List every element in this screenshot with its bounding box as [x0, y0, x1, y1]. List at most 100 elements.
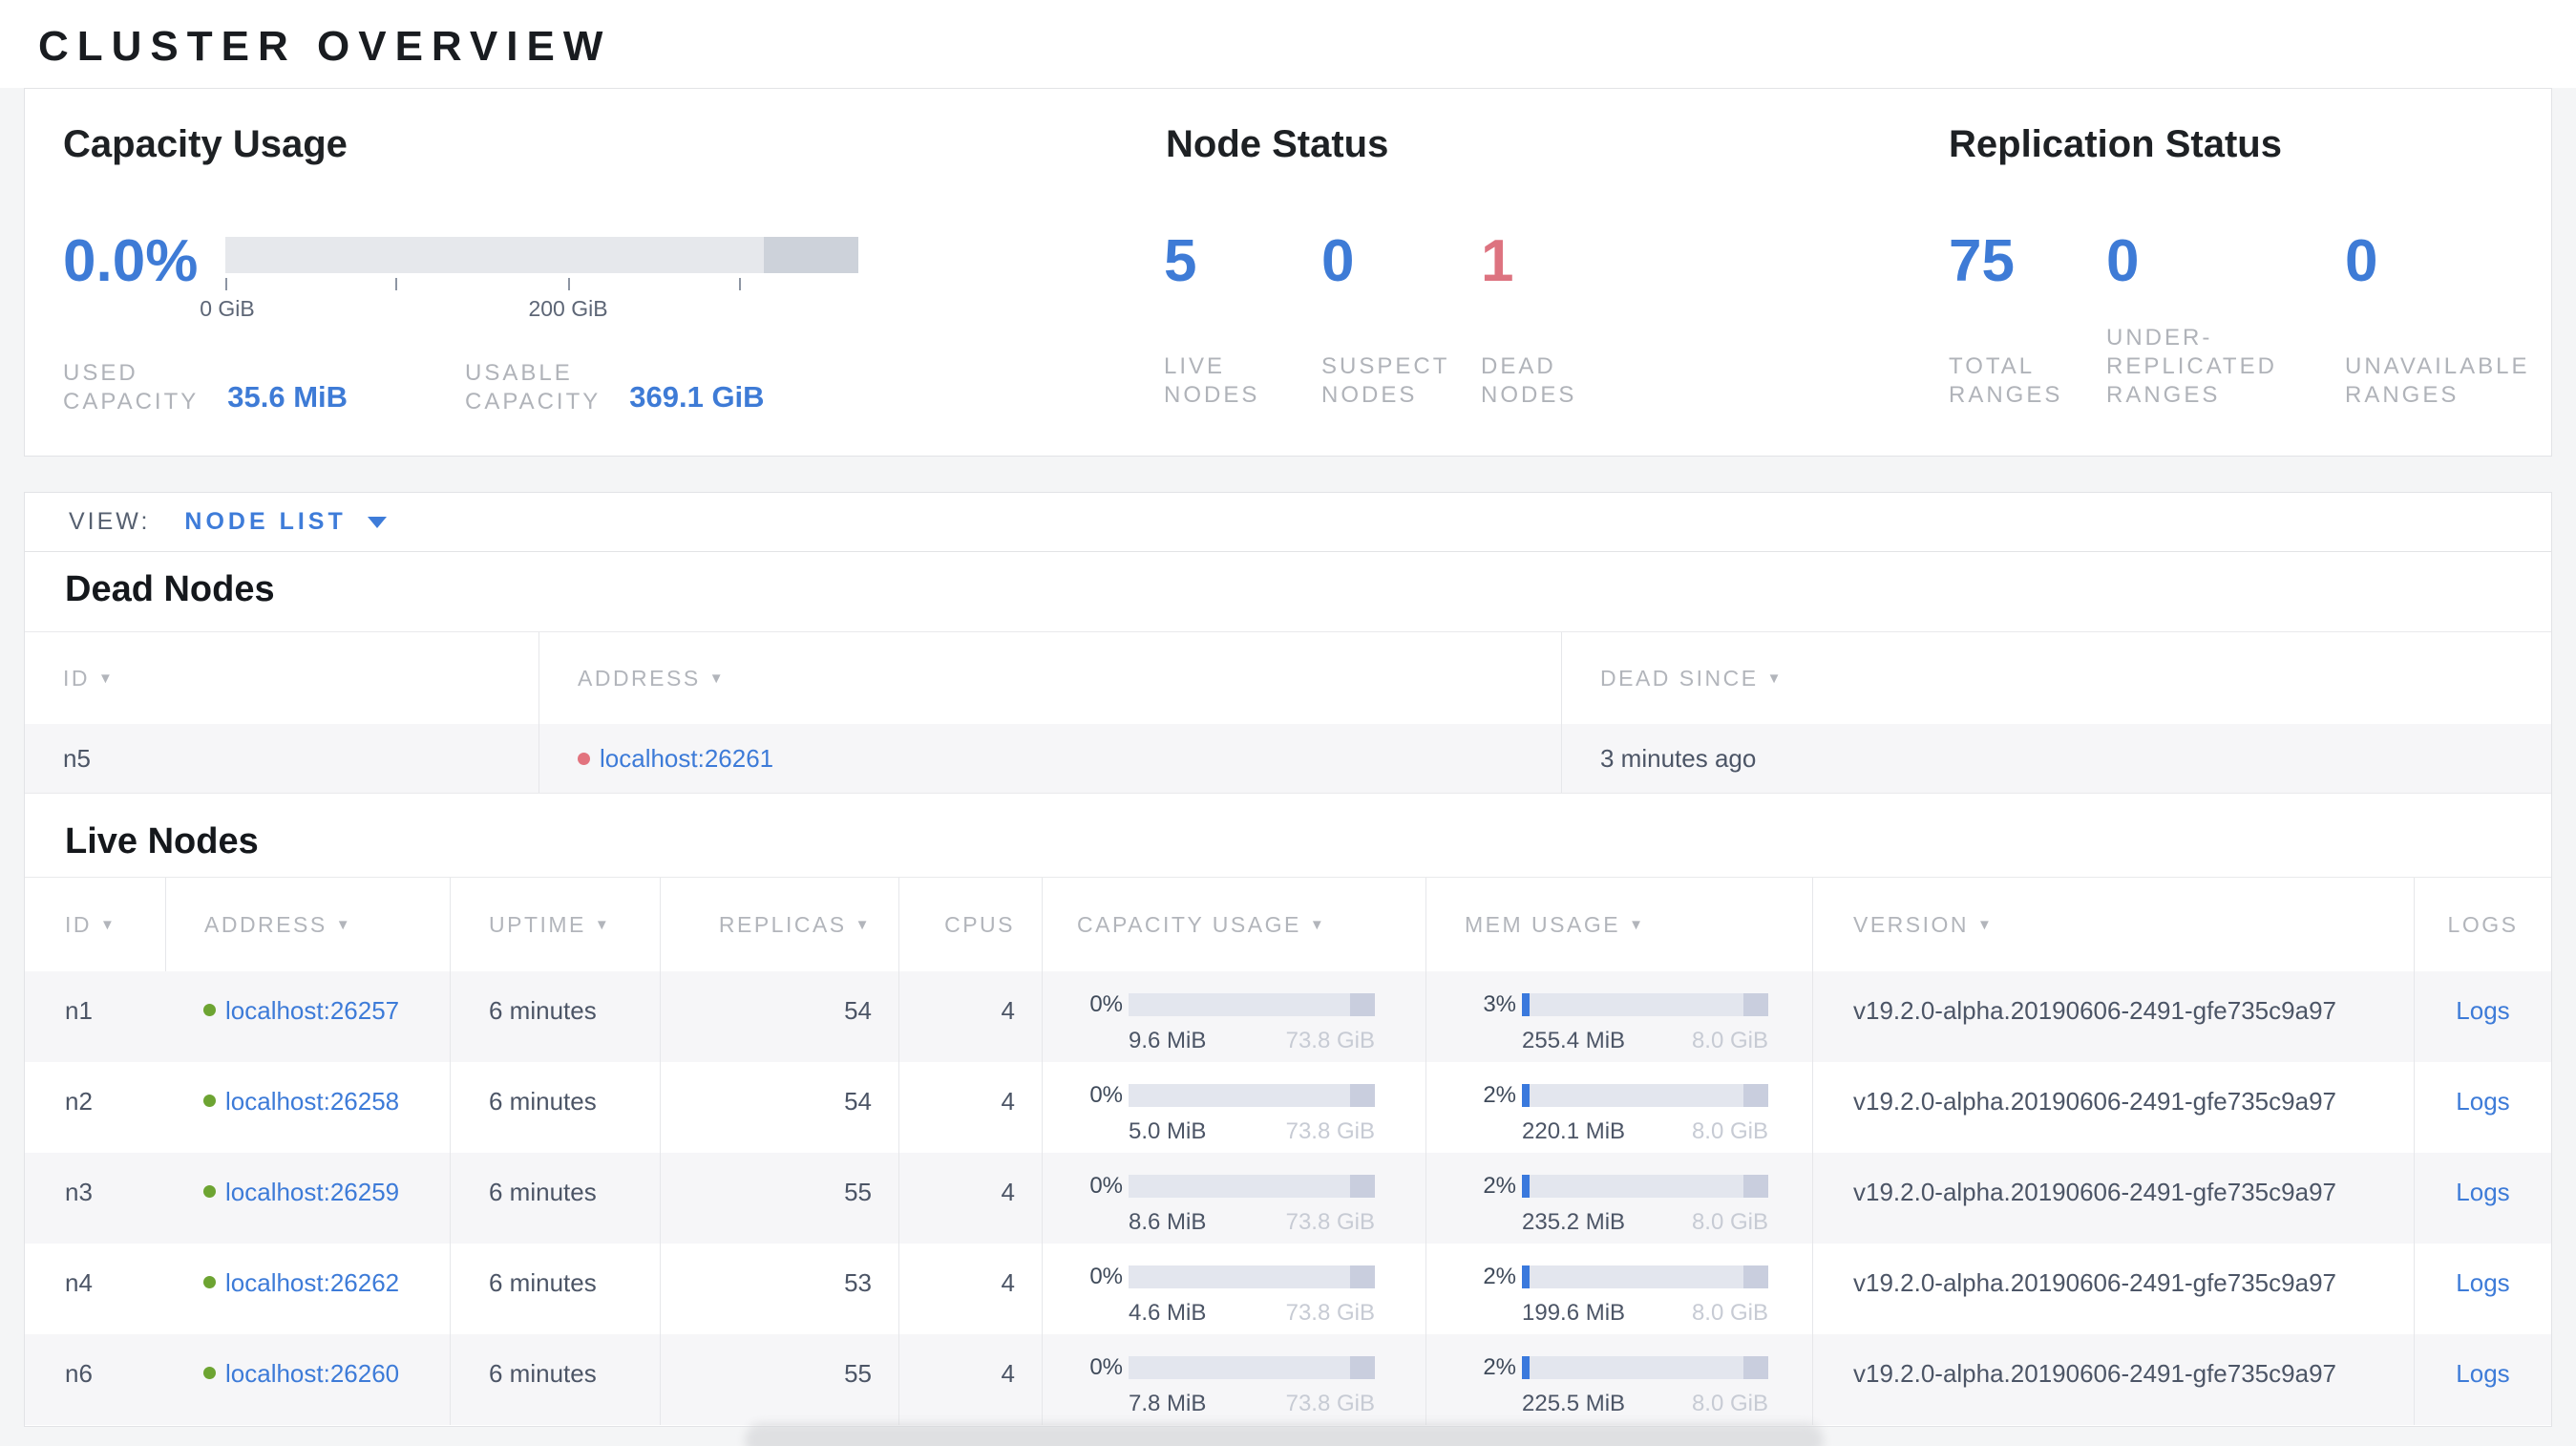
- usable-capacity-label: USABLE CAPACITY: [465, 360, 602, 415]
- node-address-cell: localhost:26262: [165, 1244, 450, 1334]
- table-row: n5 localhost:26261 3 minutes ago: [25, 724, 2551, 794]
- column-header-mem-usage[interactable]: MEM USAGE ▼: [1425, 878, 1812, 971]
- view-label: VIEW:: [69, 508, 151, 535]
- mem-used: 199.6 MiB: [1522, 1300, 1626, 1326]
- node-address-link[interactable]: localhost:26258: [225, 1087, 399, 1116]
- capacity-bar-other-segment: [1350, 1175, 1375, 1198]
- logs-cell: Logs: [2414, 1244, 2551, 1334]
- dead-nodes-count: 1: [1481, 228, 1514, 294]
- column-header-uptime[interactable]: UPTIME ▼: [450, 878, 660, 971]
- mem-bar-other-segment: [1743, 1356, 1768, 1379]
- node-address-link[interactable]: localhost:26262: [225, 1268, 399, 1298]
- node-replicas: 53: [660, 1244, 898, 1334]
- view-dropdown[interactable]: NODE LIST: [184, 508, 346, 536]
- mem-total: 8.0 GiB: [1691, 1028, 1768, 1053]
- capacity-bar-other-segment: [1350, 993, 1375, 1016]
- node-cpus: 4: [898, 1334, 1042, 1425]
- capacity-usage-cell: 0% 4.6 MiB 73.8 GiB: [1042, 1244, 1425, 1334]
- logs-cell: Logs: [2414, 1062, 2551, 1153]
- column-header-id[interactable]: ID ▼: [25, 878, 165, 971]
- capacity-gauge-bar: [225, 237, 858, 273]
- total-ranges-label: TOTAL RANGES: [1949, 353, 2063, 408]
- sort-icon: ▼: [708, 670, 727, 687]
- column-header-capacity-usage[interactable]: CAPACITY USAGE ▼: [1042, 878, 1425, 971]
- stat-total-ranges: 75 TOTAL RANGES: [1949, 228, 2059, 410]
- axis-tick: [568, 278, 570, 290]
- unavailable-ranges-label: UNAVAILABLE RANGES: [2345, 353, 2530, 408]
- column-header-version[interactable]: VERSION ▼: [1812, 878, 2414, 971]
- stat-under-replicated-ranges: 0 UNDER- REPLICATED RANGES: [2106, 232, 2274, 410]
- mem-percent: 3%: [1483, 991, 1516, 1017]
- mem-total: 8.0 GiB: [1691, 1209, 1768, 1235]
- node-replicas: 54: [660, 971, 898, 1062]
- mem-total: 8.0 GiB: [1691, 1118, 1768, 1144]
- column-header-address[interactable]: ADDRESS ▼: [165, 878, 450, 971]
- dead-nodes-header-row: ID ▼ ADDRESS ▼ DEAD SINCE ▼: [25, 631, 2551, 724]
- logs-cell: Logs: [2414, 971, 2551, 1062]
- logs-link[interactable]: Logs: [2456, 1359, 2509, 1389]
- axis-tick: [739, 278, 741, 290]
- usable-capacity-stat: USABLE CAPACITY 369.1 GiB: [465, 359, 765, 416]
- dead-nodes-heading: Dead Nodes: [65, 569, 275, 609]
- logs-link[interactable]: Logs: [2456, 1268, 2509, 1298]
- column-header-cpus[interactable]: CPUS: [898, 878, 1042, 971]
- capacity-percent: 0%: [1089, 1264, 1123, 1289]
- live-nodes-label: LIVE NODES: [1164, 353, 1260, 408]
- mem-used: 225.5 MiB: [1522, 1391, 1626, 1416]
- live-status-icon: [203, 1095, 216, 1107]
- live-nodes-table: ID ▼ ADDRESS ▼ UPTIME ▼ REPLICAS ▼ CPUS CAPA…: [25, 877, 2551, 1425]
- view-selector-bar: VIEW: NODE LIST: [24, 492, 2552, 552]
- logs-link[interactable]: Logs: [2456, 1178, 2509, 1207]
- node-uptime: 6 minutes: [450, 1244, 660, 1334]
- column-header-address[interactable]: ADDRESS ▼: [538, 632, 1561, 724]
- capacity-used: 7.8 MiB: [1129, 1391, 1207, 1416]
- node-version: v19.2.0-alpha.20190606-2491-gfe735c9a97: [1812, 1153, 2414, 1244]
- total-ranges-count: 75: [1949, 228, 2015, 294]
- mem-usage-cell: 3% 255.4 MiB 8.0 GiB: [1425, 971, 1812, 1062]
- mem-percent: 2%: [1483, 1082, 1516, 1108]
- mem-bar: [1522, 1175, 1768, 1198]
- stat-unavailable-ranges: 0 UNAVAILABLE RANGES: [2345, 232, 2527, 410]
- capacity-gauge-axis: 0 GiB 200 GiB: [200, 273, 858, 321]
- sort-icon: ▼: [98, 670, 116, 687]
- node-address-link[interactable]: localhost:26259: [225, 1178, 399, 1207]
- mem-usage-cell: 2% 199.6 MiB 8.0 GiB: [1425, 1244, 1812, 1334]
- suspect-nodes-label: SUSPECT NODES: [1321, 353, 1450, 408]
- node-address-link[interactable]: localhost:26260: [225, 1359, 399, 1389]
- dropdown-caret-icon[interactable]: [367, 516, 387, 528]
- node-address-cell: localhost:26261: [538, 724, 1561, 793]
- capacity-usage-cell: 0% 9.6 MiB 73.8 GiB: [1042, 971, 1425, 1062]
- node-address-link[interactable]: localhost:26261: [600, 744, 773, 774]
- page-title: CLUSTER OVERVIEW: [38, 23, 612, 70]
- node-address-cell: localhost:26258: [165, 1062, 450, 1153]
- node-uptime: 6 minutes: [450, 971, 660, 1062]
- capacity-bar: [1129, 1084, 1375, 1107]
- column-header-replicas[interactable]: REPLICAS ▼: [660, 878, 898, 971]
- mem-bar-fill: [1522, 1265, 1530, 1288]
- node-address-link[interactable]: localhost:26257: [225, 996, 399, 1026]
- logs-link[interactable]: Logs: [2456, 1087, 2509, 1116]
- suspect-nodes-count: 0: [1321, 228, 1355, 294]
- mem-bar: [1522, 1265, 1768, 1288]
- table-row: n2 localhost:26258 6 minutes 54 4 0% 5.0…: [25, 1062, 2551, 1153]
- capacity-gauge-other-segment: [764, 237, 858, 273]
- mem-usage-cell: 2% 220.1 MiB 8.0 GiB: [1425, 1062, 1812, 1153]
- capacity-bar-other-segment: [1350, 1265, 1375, 1288]
- logs-link[interactable]: Logs: [2456, 996, 2509, 1026]
- column-header-dead-since[interactable]: DEAD SINCE ▼: [1561, 632, 2551, 724]
- mem-used: 255.4 MiB: [1522, 1028, 1626, 1053]
- used-capacity-stat: USED CAPACITY 35.6 MiB: [63, 359, 348, 416]
- axis-tick-label: 200 GiB: [528, 296, 608, 321]
- node-address-cell: localhost:26257: [165, 971, 450, 1062]
- replication-status-heading: Replication Status: [1949, 123, 2282, 165]
- mem-bar-other-segment: [1743, 1175, 1768, 1198]
- column-header-id[interactable]: ID ▼: [25, 632, 538, 724]
- table-row: n3 localhost:26259 6 minutes 55 4 0% 8.6…: [25, 1153, 2551, 1244]
- capacity-used: 5.0 MiB: [1129, 1118, 1207, 1144]
- node-replicas: 55: [660, 1153, 898, 1244]
- mem-bar-other-segment: [1743, 993, 1768, 1016]
- node-uptime: 6 minutes: [450, 1153, 660, 1244]
- mem-usage-cell: 2% 235.2 MiB 8.0 GiB: [1425, 1153, 1812, 1244]
- node-version: v19.2.0-alpha.20190606-2491-gfe735c9a97: [1812, 1244, 2414, 1334]
- column-header-logs: LOGS: [2414, 878, 2551, 971]
